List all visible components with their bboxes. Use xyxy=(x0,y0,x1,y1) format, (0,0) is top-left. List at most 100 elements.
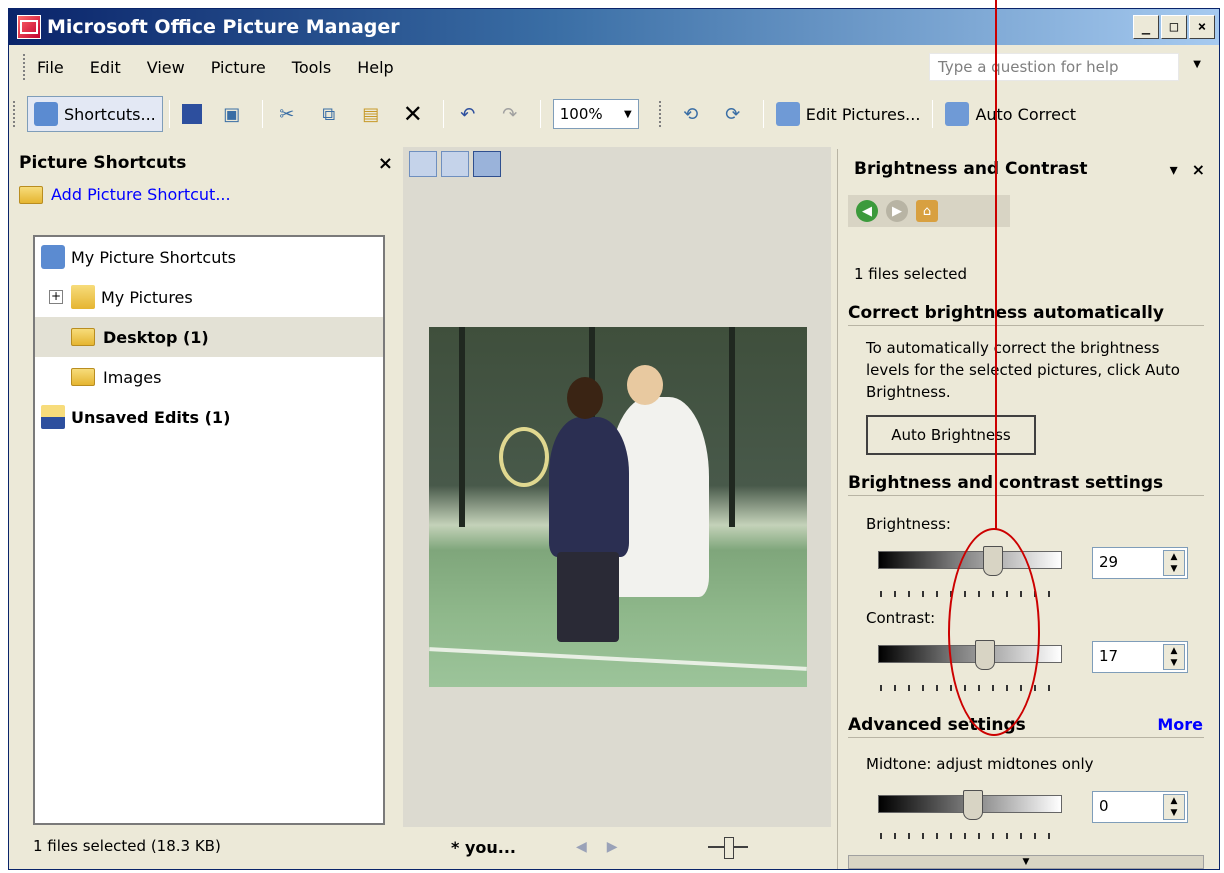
close-icon[interactable]: × xyxy=(1192,160,1205,179)
auto-correct-label: Auto Correct xyxy=(975,104,1077,124)
copy-icon: ⧉ xyxy=(322,103,336,125)
close-icon[interactable]: × xyxy=(378,153,393,174)
save-button[interactable] xyxy=(176,96,214,132)
title-bar[interactable]: Microsoft Office Picture Manager _ □ × xyxy=(9,9,1219,45)
menu-bar: File Edit View Picture Tools Help Type a… xyxy=(9,47,1219,87)
auto-correct-icon xyxy=(945,102,970,126)
edit-pictures-label: Edit Pictures... xyxy=(805,104,921,124)
brightness-value-input[interactable]: 29 ▲ ▼ xyxy=(1092,547,1188,579)
toolbar-grip-2[interactable] xyxy=(658,101,663,127)
task-pane-menu-icon[interactable]: ▾ xyxy=(1170,160,1178,179)
midtone-slider[interactable] xyxy=(878,790,1062,820)
menu-view[interactable]: View xyxy=(147,58,185,77)
cut-button[interactable]: ✂ xyxy=(269,96,311,132)
tree-item-desktop[interactable]: Desktop (1) xyxy=(35,317,383,357)
folder-icon xyxy=(19,185,43,204)
shortcut-tree[interactable]: My Picture Shortcuts + My Pictures Deskt… xyxy=(33,235,385,825)
rotate-right-button[interactable]: ⟳ xyxy=(715,96,757,132)
task-pane-nav: ◀ ▶ ⌂ xyxy=(848,195,1010,227)
annotation-line xyxy=(995,0,997,530)
brightness-spinner[interactable]: ▲ ▼ xyxy=(1163,550,1185,576)
zoom-slider[interactable] xyxy=(707,837,748,859)
pictures-folder-icon xyxy=(71,285,95,309)
standard-toolbar: Shortcuts... ▣ ✂ ⧉ ▤ ✕ ↶ ↷ 100% ▼ ⟲ ⟳ Ed… xyxy=(13,91,1213,137)
undo-button[interactable]: ↶ xyxy=(450,96,492,132)
toolbar-separator xyxy=(442,100,444,128)
help-search-input[interactable]: Type a question for help xyxy=(929,53,1179,81)
add-picture-shortcut-link[interactable]: Add Picture Shortcut... xyxy=(11,179,401,210)
auto-brightness-button[interactable]: Auto Brightness xyxy=(866,415,1036,455)
expand-icon[interactable]: + xyxy=(49,290,63,304)
contrast-spinner[interactable]: ▲ ▼ xyxy=(1163,644,1185,670)
shortcuts-button[interactable]: Shortcuts... xyxy=(27,96,163,132)
pane-header: Picture Shortcuts × xyxy=(11,147,401,179)
help-dropdown-icon[interactable]: ▼ xyxy=(1193,59,1201,70)
toolbar-separator xyxy=(762,100,764,128)
tree-label: My Picture Shortcuts xyxy=(71,247,236,267)
redo-button[interactable]: ↷ xyxy=(492,96,534,132)
window-title: Microsoft Office Picture Manager xyxy=(47,16,400,38)
tree-item-my-picture-shortcuts[interactable]: My Picture Shortcuts xyxy=(35,237,383,277)
export-icon: ▣ xyxy=(223,103,241,125)
task-pane-controls: ▾ × xyxy=(1170,160,1205,179)
paste-button[interactable]: ▤ xyxy=(353,96,395,132)
preview-status-bar: * you... ◀▶ xyxy=(403,827,831,867)
contrast-value-input[interactable]: 17 ▲ ▼ xyxy=(1092,641,1188,673)
zoom-select[interactable]: 100% ▼ xyxy=(552,99,639,129)
edit-pictures-icon xyxy=(775,102,800,126)
thumbnail-view-button[interactable] xyxy=(409,151,437,177)
brightness-contrast-pane: Brightness and Contrast ▾ × ◀ ▶ ⌂ 1 file… xyxy=(837,149,1215,869)
tree-item-unsaved-edits[interactable]: Unsaved Edits (1) xyxy=(35,397,383,437)
minimize-button[interactable]: _ xyxy=(1133,15,1159,39)
toolbar-separator xyxy=(539,100,541,128)
delete-button[interactable]: ✕ xyxy=(395,96,437,132)
midtone-slider-thumb[interactable] xyxy=(963,790,983,820)
toolbar-grip[interactable] xyxy=(13,101,17,127)
tree-item-images[interactable]: Images xyxy=(35,357,383,397)
status-text: 1 files selected (18.3 KB) xyxy=(33,837,221,855)
shortcuts-icon xyxy=(34,102,58,126)
close-button[interactable]: × xyxy=(1189,15,1215,39)
auto-correct-button[interactable]: Auto Correct xyxy=(939,96,1082,132)
menu-tools[interactable]: Tools xyxy=(292,58,331,77)
menu-help[interactable]: Help xyxy=(357,58,393,77)
rotate-left-button[interactable]: ⟲ xyxy=(673,96,715,132)
tree-label: My Pictures xyxy=(101,287,193,307)
task-pane-header: Brightness and Contrast ▾ × xyxy=(838,149,1215,189)
more-link[interactable]: More xyxy=(1157,715,1203,734)
picture-shortcuts-pane: Picture Shortcuts × Add Picture Shortcut… xyxy=(11,147,401,867)
fence-post xyxy=(729,327,735,527)
menu-picture[interactable]: Picture xyxy=(211,58,266,77)
tree-label: Unsaved Edits (1) xyxy=(71,407,231,427)
picture-preview[interactable] xyxy=(429,327,807,687)
copy-button[interactable]: ⧉ xyxy=(311,96,353,132)
tree-item-my-pictures[interactable]: + My Pictures xyxy=(35,277,383,317)
midtone-label: Midtone: adjust midtones only xyxy=(866,755,1094,773)
picture-nav-arrows[interactable]: ◀▶ xyxy=(576,839,638,855)
app-window: Microsoft Office Picture Manager _ □ × F… xyxy=(8,8,1220,870)
midtone-value: 0 xyxy=(1099,797,1109,815)
single-picture-view-button[interactable] xyxy=(473,151,501,177)
section-auto-brightness: Correct brightness automatically xyxy=(848,303,1204,326)
forward-icon[interactable]: ▶ xyxy=(886,200,908,222)
menu-file[interactable]: File xyxy=(37,58,64,77)
midtone-value-input[interactable]: 0 ▲ ▼ xyxy=(1092,791,1188,823)
folder-icon xyxy=(71,328,95,346)
annotation-ellipse xyxy=(948,528,1040,736)
adult-head xyxy=(627,365,663,405)
maximize-button[interactable]: □ xyxy=(1161,15,1187,39)
edit-pictures-button[interactable]: Edit Pictures... xyxy=(770,96,927,132)
menu-edit[interactable]: Edit xyxy=(90,58,121,77)
section-advanced-settings: Advanced settings xyxy=(848,715,1204,738)
midtone-spinner[interactable]: ▲ ▼ xyxy=(1163,794,1185,820)
home-icon[interactable]: ⌂ xyxy=(916,200,938,222)
filmstrip-view-button[interactable] xyxy=(441,151,469,177)
back-icon[interactable]: ◀ xyxy=(856,200,878,222)
toolbar-separator xyxy=(168,100,170,128)
brightness-value: 29 xyxy=(1099,553,1119,571)
menu-grip[interactable] xyxy=(23,54,27,80)
rotate-right-icon: ⟳ xyxy=(725,103,741,125)
task-pane-scroll-down[interactable]: ▼ xyxy=(848,855,1204,869)
export-button[interactable]: ▣ xyxy=(214,96,256,132)
brightness-label: Brightness: xyxy=(866,515,951,533)
